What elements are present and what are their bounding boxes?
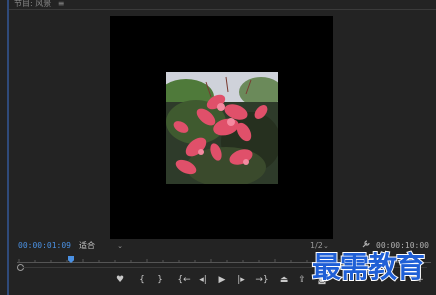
zoom-fit-select[interactable]: 适合 ⌄ <box>79 240 123 252</box>
lift-icon[interactable]: ⏏ <box>278 273 290 287</box>
header-divider <box>9 9 436 10</box>
mark-out-icon[interactable]: } <box>154 273 166 287</box>
video-frame-flower-image <box>166 72 278 184</box>
program-monitor-canvas[interactable] <box>110 16 333 239</box>
step-forward-icon[interactable]: |▸ <box>234 273 248 287</box>
step-back-icon[interactable]: ◂| <box>196 273 210 287</box>
mark-in-icon[interactable]: { <box>136 273 148 287</box>
extract-icon[interactable]: ⇪ <box>296 273 308 287</box>
go-to-in-icon[interactable]: {← <box>176 273 192 287</box>
add-marker-icon[interactable]: ♥ <box>114 273 126 287</box>
zoom-fit-value: 适合 <box>79 241 95 250</box>
playhead-timecode[interactable]: 00:00:01:09 <box>18 240 71 252</box>
panel-title[interactable]: 节目: 风景 <box>14 0 51 8</box>
watermark-logo: 最需教育 <box>311 249 426 285</box>
play-icon[interactable]: ▶ <box>216 273 228 287</box>
chevron-down-icon: ⌄ <box>117 242 123 250</box>
go-to-out-icon[interactable]: →} <box>254 273 270 287</box>
panel-focus-border <box>7 0 9 295</box>
flower-image <box>166 72 278 184</box>
panel-menu-icon[interactable]: ≡ <box>58 0 65 8</box>
